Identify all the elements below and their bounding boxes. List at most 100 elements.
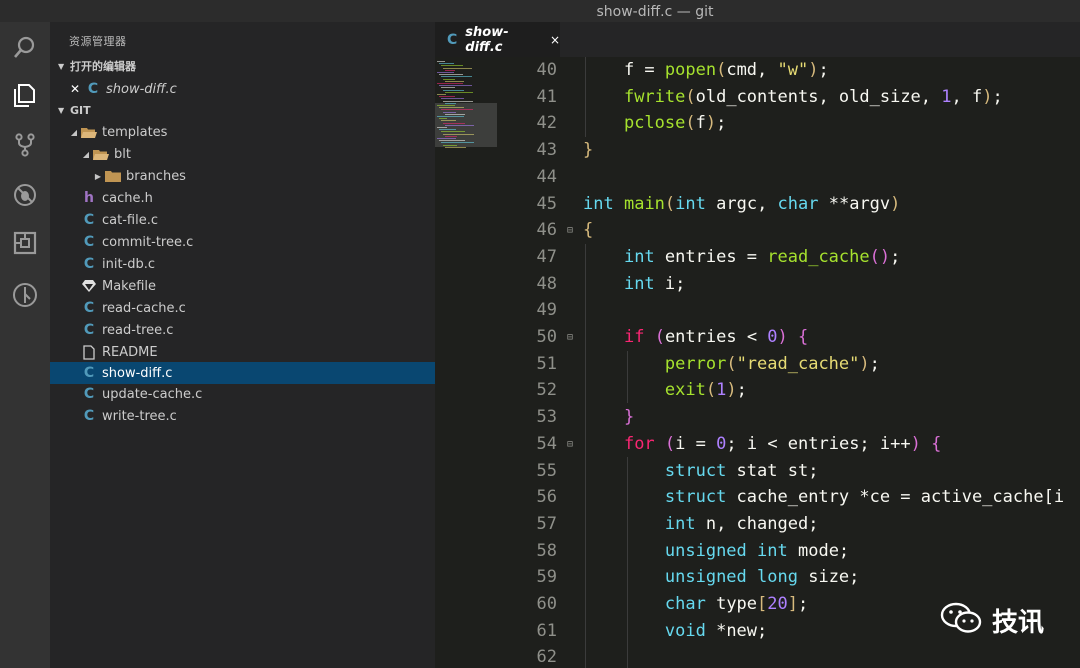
- close-icon[interactable]: ✕: [70, 82, 84, 96]
- fold-icon[interactable]: ⊟: [567, 439, 573, 450]
- source-control-icon[interactable]: [0, 122, 50, 168]
- tree-folder-templates[interactable]: ◢ templates: [50, 121, 435, 143]
- minimap-line: [445, 113, 465, 115]
- tree-file-read-tree[interactable]: C read-tree.c: [50, 319, 435, 341]
- code-line: char type[20];: [583, 591, 808, 617]
- tree-file-update-cache[interactable]: C update-cache.c: [50, 383, 435, 405]
- minimap-line: [441, 142, 474, 144]
- tab-show-diff[interactable]: C show-diff.c ×: [435, 22, 560, 57]
- tree-file-init-db[interactable]: C init-db.c: [50, 253, 435, 275]
- code-token: {: [798, 327, 809, 347]
- minimap-line: [441, 76, 472, 78]
- chevron-down-icon: ◢: [70, 127, 78, 137]
- minimap-line: [439, 129, 456, 131]
- tree-file-write-tree[interactable]: C write-tree.c: [50, 405, 435, 427]
- line-number: 51: [536, 353, 557, 374]
- chevron-down-icon: ▼: [58, 105, 65, 115]
- fold-icon[interactable]: ⊟: [567, 332, 573, 343]
- line-number: 48: [536, 273, 557, 294]
- code-token: ;: [992, 86, 1003, 107]
- code-line: }: [583, 137, 593, 163]
- line-number: 41: [536, 86, 557, 107]
- debug-icon[interactable]: [0, 172, 50, 218]
- tree-label: blt: [114, 146, 131, 162]
- code-line: exit(1);: [583, 377, 747, 403]
- minimap-line: [445, 146, 466, 148]
- code-token: i;: [654, 273, 686, 294]
- code-token: struct: [664, 487, 727, 508]
- tree-file-makefile[interactable]: Makefile: [50, 275, 435, 297]
- minimap-line: [445, 80, 464, 82]
- minimap-line: [445, 91, 473, 93]
- code-token: (: [654, 327, 665, 347]
- git-graph-icon[interactable]: [0, 272, 50, 318]
- tree-file-readme[interactable]: README: [50, 341, 435, 363]
- extensions-icon[interactable]: [0, 220, 50, 266]
- code-line: unsigned int mode;: [583, 538, 849, 564]
- line-number: 58: [536, 540, 557, 561]
- tree-folder-blt[interactable]: ◢ blt: [50, 143, 435, 165]
- open-editor-item[interactable]: ✕ C show-diff.c: [50, 78, 435, 100]
- minimap-line: [437, 61, 445, 62]
- code-token: 1: [941, 86, 952, 107]
- tree-label: branches: [126, 168, 186, 184]
- code-token: int: [623, 273, 655, 294]
- code-token: ]: [787, 594, 799, 614]
- fold-icon[interactable]: ⊟: [567, 225, 573, 236]
- activity-bar: [0, 22, 50, 668]
- code-token: f: [695, 113, 706, 134]
- code-token: entries =: [654, 246, 768, 267]
- code-token: entries <: [664, 327, 768, 347]
- sidebar-title: 资源管理器: [69, 35, 127, 48]
- code-token: i =: [675, 433, 717, 454]
- makefile-icon: [80, 278, 98, 294]
- open-editors-label: 打开的编辑器: [70, 60, 136, 73]
- code-token: ;: [716, 113, 727, 134]
- tree-label: README: [102, 344, 158, 360]
- tree-file-read-cache[interactable]: C read-cache.c: [50, 297, 435, 319]
- code-token: pclose: [623, 113, 686, 134]
- code-token: read_cache: [767, 246, 870, 267]
- c-file-icon: C: [87, 81, 99, 97]
- minimap-line: [443, 111, 456, 113]
- open-editors-header[interactable]: ▼ 打开的编辑器: [50, 55, 435, 77]
- close-icon[interactable]: ×: [550, 33, 560, 47]
- tree-file-cat-file[interactable]: C cat-file.c: [50, 209, 435, 231]
- code-token: 1: [716, 380, 727, 401]
- code-token: [: [757, 594, 768, 614]
- code-token: *new;: [705, 620, 768, 641]
- c-file-icon: C: [83, 234, 95, 250]
- c-file-icon: C: [83, 256, 95, 272]
- code-content[interactable]: f = popen(cmd, "w"); fwrite(old_contents…: [583, 57, 1080, 668]
- code-token: ): [777, 327, 788, 347]
- code-token: 0: [767, 327, 778, 347]
- tree-file-commit-tree[interactable]: C commit-tree.c: [50, 231, 435, 253]
- code-token: **argv: [818, 193, 891, 214]
- code-token: ;: [869, 353, 880, 374]
- code-token: {: [931, 433, 942, 454]
- tree-label: write-tree.c: [102, 408, 177, 424]
- tree-file-cache-h[interactable]: h cache.h: [50, 187, 435, 209]
- folder-git-header[interactable]: ▼ GIT: [50, 99, 435, 121]
- tree-file-show-diff[interactable]: C show-diff.c: [50, 362, 435, 384]
- code-line: struct stat st;: [583, 458, 819, 484]
- chevron-right-icon: ▶: [94, 171, 102, 181]
- minimap-line: [445, 69, 455, 71]
- minimap[interactable]: [435, 57, 497, 157]
- code-token: (: [685, 86, 696, 107]
- search-icon[interactable]: [0, 24, 50, 70]
- c-file-icon: C: [83, 365, 95, 381]
- code-line: unsigned long size;: [583, 564, 860, 590]
- code-editor[interactable]: 40 41 42 43 44 45 46 47 48 49 50 51 52 53 54 55 56 57 58 59…: [435, 57, 1080, 668]
- tree-folder-branches[interactable]: ▶ branches: [50, 165, 435, 187]
- minimap-line: [437, 105, 455, 106]
- files-icon[interactable]: [0, 72, 50, 118]
- open-editor-label: show-diff.c: [106, 81, 177, 97]
- code-token: ): [982, 86, 993, 107]
